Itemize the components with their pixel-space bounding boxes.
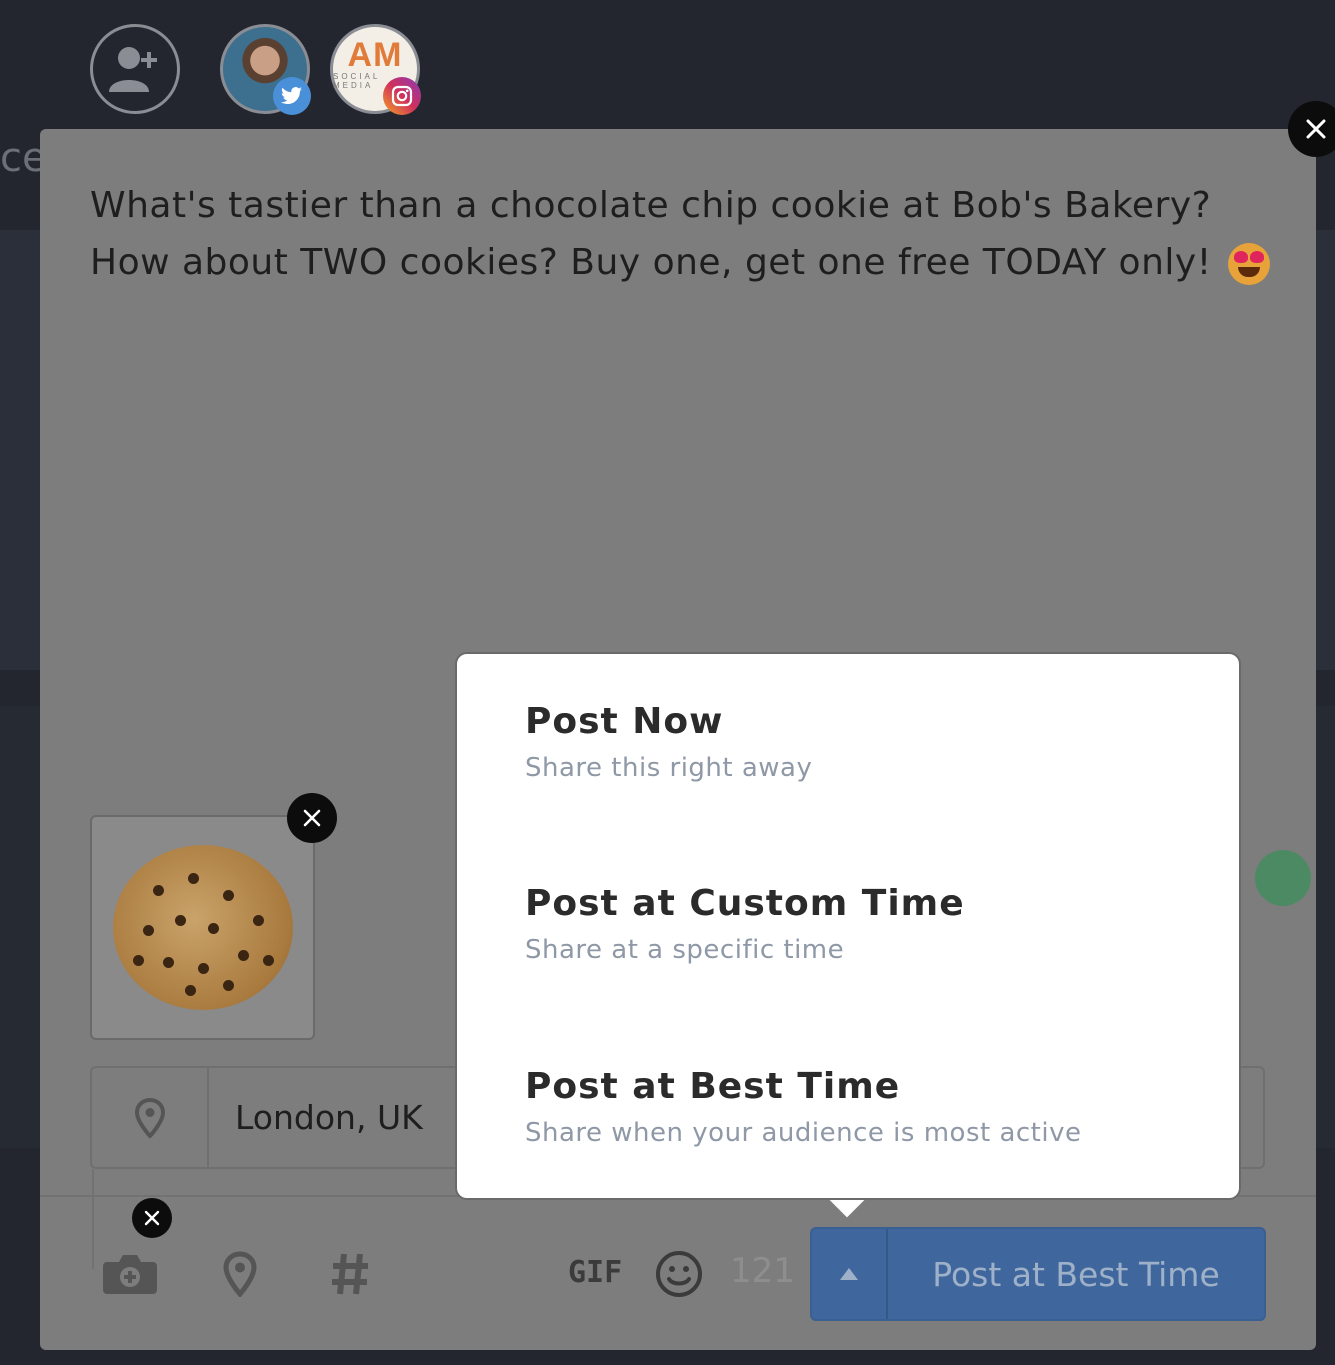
- smiley-icon: [656, 1251, 702, 1297]
- menu-item-subtitle: Share this right away: [525, 753, 813, 783]
- post-options-menu: Post Now Share this right away Post at C…: [455, 652, 1241, 1200]
- menu-item-post-custom-time[interactable]: Post at Custom Time Share at a specific …: [525, 882, 965, 972]
- divider: [92, 1169, 94, 1269]
- heart-eyes-emoji-icon: [1227, 243, 1270, 285]
- attached-image: [90, 815, 315, 1040]
- instagram-icon: [383, 77, 421, 115]
- add-location-button[interactable]: [220, 1249, 260, 1299]
- gif-button[interactable]: GIF: [568, 1255, 622, 1290]
- status-indicator-icon: [1255, 850, 1311, 906]
- post-text: What's tastier than a chocolate chip coo…: [90, 185, 1212, 283]
- instagram-account-avatar[interactable]: AM SOCIAL MEDIA: [330, 24, 421, 115]
- remove-image-button[interactable]: [287, 793, 337, 843]
- camera-icon: [103, 1255, 157, 1294]
- post-text-editor[interactable]: What's tastier than a chocolate chip coo…: [90, 177, 1280, 291]
- location-pin-icon: [134, 1097, 165, 1138]
- close-modal-button[interactable]: [1288, 101, 1335, 157]
- post-button-label: Post at Best Time: [932, 1254, 1220, 1294]
- location-value: London, UK: [235, 1098, 423, 1137]
- am-logo-letters: AM: [347, 36, 403, 74]
- close-icon: [144, 1210, 160, 1226]
- add-user-icon: [109, 47, 157, 92]
- post-button[interactable]: Post at Best Time: [810, 1227, 1266, 1321]
- menu-item-title: Post Now: [525, 701, 724, 742]
- twitter-account-avatar[interactable]: [220, 24, 311, 115]
- character-count: 121: [730, 1251, 795, 1291]
- cookie-image: [112, 845, 293, 1010]
- menu-item-title: Post at Best Time: [525, 1066, 901, 1107]
- caret-up-icon: [840, 1268, 858, 1280]
- post-options-toggle[interactable]: [812, 1229, 888, 1319]
- close-icon: [1306, 119, 1326, 139]
- close-icon: [303, 809, 321, 827]
- location-field-icon-cell: [92, 1068, 209, 1167]
- add-hashtag-button[interactable]: [328, 1249, 372, 1299]
- add-account-button[interactable]: [90, 24, 180, 114]
- menu-item-subtitle: Share when your audience is most active: [525, 1118, 1082, 1148]
- twitter-icon: [273, 77, 311, 115]
- location-pin-icon: [223, 1251, 257, 1297]
- menu-item-post-best-time[interactable]: Post at Best Time Share when your audien…: [525, 1065, 1081, 1155]
- menu-item-subtitle: Share at a specific time: [525, 935, 845, 965]
- menu-item-post-now[interactable]: Post Now Share this right away: [525, 700, 812, 790]
- remove-media-button[interactable]: [132, 1198, 172, 1238]
- add-photo-button[interactable]: [100, 1249, 160, 1299]
- hashtag-icon: [332, 1253, 368, 1295]
- menu-item-title: Post at Custom Time: [525, 883, 965, 924]
- emoji-button[interactable]: [654, 1249, 704, 1299]
